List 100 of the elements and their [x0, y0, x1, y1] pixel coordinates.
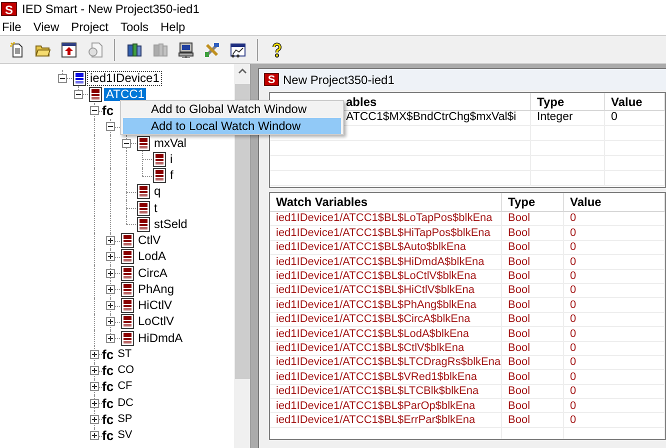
tree-item[interactable]: HiDmdA: [136, 332, 185, 345]
table-cell-text: 0: [570, 326, 576, 342]
tools-icon: [204, 42, 220, 58]
scroll-up-icon[interactable]: [238, 68, 246, 74]
collapse-icon[interactable]: [106, 122, 115, 132]
table-cell-text: 0: [570, 398, 576, 414]
tree-item-prefix[interactable]: fc: [102, 103, 114, 118]
node-icon: [121, 249, 134, 264]
tree-item[interactable]: ied1IDevice1: [88, 72, 162, 85]
tree-item[interactable]: DC: [116, 396, 136, 410]
tree-item[interactable]: CO: [116, 364, 136, 378]
expand-icon[interactable]: [106, 317, 115, 326]
tree-item[interactable]: CircA: [136, 266, 170, 280]
tree-item[interactable]: q: [152, 185, 163, 198]
node-icon: [137, 216, 150, 232]
tree-item-prefix[interactable]: fc: [102, 412, 114, 427]
menu-item[interactable]: Tools: [114, 18, 155, 36]
table-cell-text: 0: [570, 211, 576, 226]
collapse-icon[interactable]: [74, 90, 83, 99]
node-icon: [137, 136, 150, 151]
table-cell-text: Bool: [508, 226, 530, 241]
table-cell-text: Bool: [508, 312, 530, 328]
expand-icon[interactable]: [90, 398, 99, 408]
tree-item[interactable]: t: [152, 202, 160, 215]
menu-item[interactable]: Add to Global Watch Window: [123, 101, 341, 117]
node-icon: [121, 330, 134, 346]
expand-icon[interactable]: [106, 236, 115, 246]
tree-item[interactable]: CF: [116, 380, 134, 394]
table-cell-text: 0: [570, 283, 576, 298]
table-cell-text: ied1IDevice1/ATCC1$BL$HiDmdA$blkEna: [276, 254, 484, 270]
table-cell-text: 0: [611, 110, 618, 126]
collapse-icon[interactable]: [122, 138, 131, 148]
table-cell-text: ATCC1$MX$BndCtrChg$mxVal$i: [346, 110, 516, 126]
expand-icon[interactable]: [106, 284, 115, 294]
tree-item[interactable]: f: [168, 169, 176, 182]
tree-item[interactable]: CtlV: [136, 234, 163, 248]
node-icon: [153, 168, 166, 184]
expand-icon[interactable]: [106, 268, 115, 278]
table-cell-text: Bool: [508, 384, 530, 400]
app-logo-icon: S: [1, 2, 17, 16]
tree-item[interactable]: i: [168, 152, 175, 166]
computer-icon: [178, 42, 194, 58]
node-icon: [121, 314, 134, 330]
menu-item[interactable]: Project: [65, 18, 114, 36]
collapse-icon[interactable]: [58, 74, 67, 83]
tree-item[interactable]: ATCC1: [104, 88, 146, 101]
table-cell-text: ied1IDevice1/ATCC1$BL$PhAng$blkEna: [276, 298, 476, 313]
table-cell-text: ied1IDevice1/ATCC1$BL$ErrPar$blkEna: [276, 412, 476, 428]
menu-item[interactable]: Help: [154, 18, 192, 36]
tree-item-prefix[interactable]: fc: [102, 346, 114, 362]
books-icon: [152, 42, 168, 58]
column-header[interactable]: Type: [508, 193, 536, 211]
tree-item-prefix[interactable]: fc: [102, 396, 114, 411]
tree-item-prefix[interactable]: fc: [102, 379, 114, 394]
tree-item[interactable]: HiCtlV: [136, 299, 174, 312]
column-header[interactable]: Type: [537, 93, 564, 110]
tree-item[interactable]: LodA: [136, 250, 168, 264]
table-cell-text: 0: [570, 355, 576, 370]
table-cell-text: 0: [570, 370, 576, 385]
tree-item-prefix[interactable]: fc: [102, 363, 114, 378]
table-cell-text: Bool: [508, 298, 530, 313]
node-icon: [137, 200, 150, 216]
menu-item[interactable]: View: [27, 18, 66, 36]
expand-icon[interactable]: [90, 366, 99, 376]
tree-item[interactable]: ST: [116, 348, 134, 361]
expand-icon[interactable]: [90, 350, 99, 359]
table-cell-text: 0: [570, 226, 576, 241]
column-header[interactable]: ables: [346, 93, 377, 110]
expand-icon[interactable]: [106, 301, 115, 310]
column-header[interactable]: Value: [611, 93, 642, 110]
table-cell-text: ied1IDevice1/ATCC1$BL$CircA$blkEna: [276, 312, 470, 328]
column-header[interactable]: Value: [570, 193, 602, 211]
tree-item[interactable]: SP: [116, 412, 134, 426]
table-cell-text: Bool: [508, 398, 530, 414]
expand-icon[interactable]: [90, 382, 99, 392]
node-icon: [121, 233, 134, 248]
upload-icon: [61, 42, 77, 58]
table-cell-text: Bool: [508, 326, 530, 342]
expand-icon[interactable]: [90, 414, 99, 424]
tree-item-prefix[interactable]: fc: [102, 428, 114, 444]
tree-item[interactable]: PhAng: [136, 282, 176, 296]
table-cell-text: Bool: [508, 412, 530, 428]
expand-icon[interactable]: [106, 252, 115, 262]
expand-icon[interactable]: [90, 431, 99, 440]
menu-item[interactable]: File: [0, 18, 28, 36]
table-cell-text: ied1IDevice1/ATCC1$BL$LTCDragRs$blkEna: [276, 355, 501, 370]
table-cell-text: ied1IDevice1/ATCC1$BL$Auto$blkEna: [276, 240, 466, 256]
tree-item[interactable]: stSeld: [152, 218, 190, 231]
window-title: IED Smart - New Project350-ied1: [22, 1, 200, 18]
collapse-icon[interactable]: [90, 106, 99, 116]
column-header[interactable]: Watch Variables: [276, 193, 368, 211]
node-icon: [121, 282, 134, 297]
menu-item[interactable]: Add to Local Watch Window: [123, 118, 341, 134]
tree-item[interactable]: SV: [116, 429, 134, 442]
tree-item[interactable]: LoCtlV: [136, 315, 176, 328]
expand-icon[interactable]: [106, 334, 115, 343]
node-icon: [153, 152, 166, 167]
table-cell-text: ied1IDevice1/ATCC1$BL$LodA$blkEna: [276, 326, 470, 342]
table-cell-text: ied1IDevice1/ATCC1$BL$LoCtlV$blkEna: [276, 269, 476, 284]
tree-item[interactable]: mxVal: [152, 136, 188, 150]
